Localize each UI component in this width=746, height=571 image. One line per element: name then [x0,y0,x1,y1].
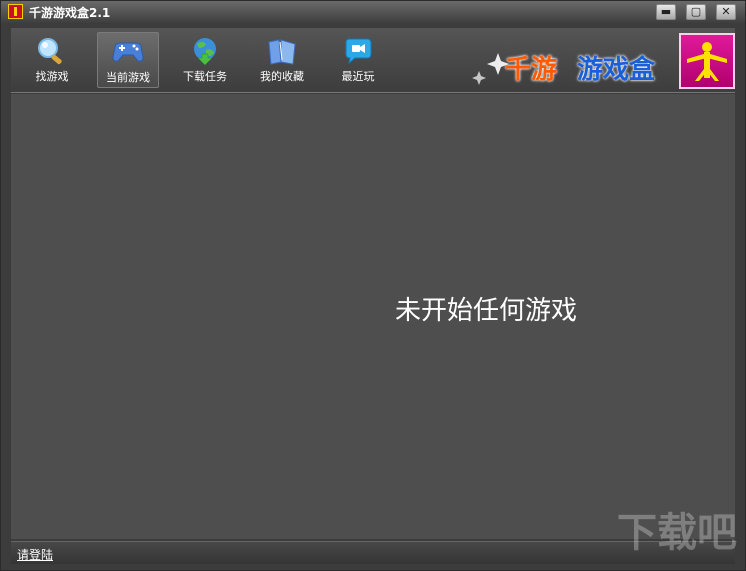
magnifier-icon [38,38,62,65]
window-title: 千游游戏盒2.1 [29,6,111,20]
person-icon [687,42,727,81]
globe-download-icon [194,38,216,66]
brand-logo: 千游 游戏盒 [465,31,735,91]
folder-icon [268,39,296,65]
chat-bubble-icon [345,38,372,65]
tab-label: 当前游戏 [106,71,150,84]
watermark: 下载吧 [617,510,737,556]
tab-downloads[interactable]: 下载任务 [174,32,236,88]
empty-state-message: 未开始任何游戏 [395,296,578,326]
app-logo-icon [8,4,23,19]
minimize-button[interactable]: ▬ [656,4,676,20]
main-content-area: 未开始任何游戏 [11,94,735,539]
gamepad-icon [112,42,144,62]
logo-text-qianyou: 千游 [505,55,558,85]
close-button[interactable]: ✕ [716,4,736,20]
tab-find-games[interactable]: 找游戏 [21,32,83,88]
title-bar[interactable]: 千游游戏盒2.1 ▬ ▢ ✕ [1,1,745,23]
logo-text-gamebox: 游戏盒 [577,55,656,85]
app-window: 千游游戏盒2.1 ▬ ▢ ✕ 找游戏 当前游戏 下载任务 我的收藏 最近玩 千游… [0,0,746,571]
maximize-button[interactable]: ▢ [686,4,706,20]
login-link[interactable]: 请登陆 [17,546,53,563]
tab-label: 我的收藏 [260,70,304,83]
tab-label: 找游戏 [35,70,69,83]
tab-favorites[interactable]: 我的收藏 [251,32,313,88]
tab-current-games[interactable]: 当前游戏 [97,32,159,88]
logo-badge [679,33,735,89]
tab-recent[interactable]: 最近玩 [327,32,389,88]
tab-label: 最近玩 [341,70,375,83]
tab-label: 下载任务 [183,70,227,83]
